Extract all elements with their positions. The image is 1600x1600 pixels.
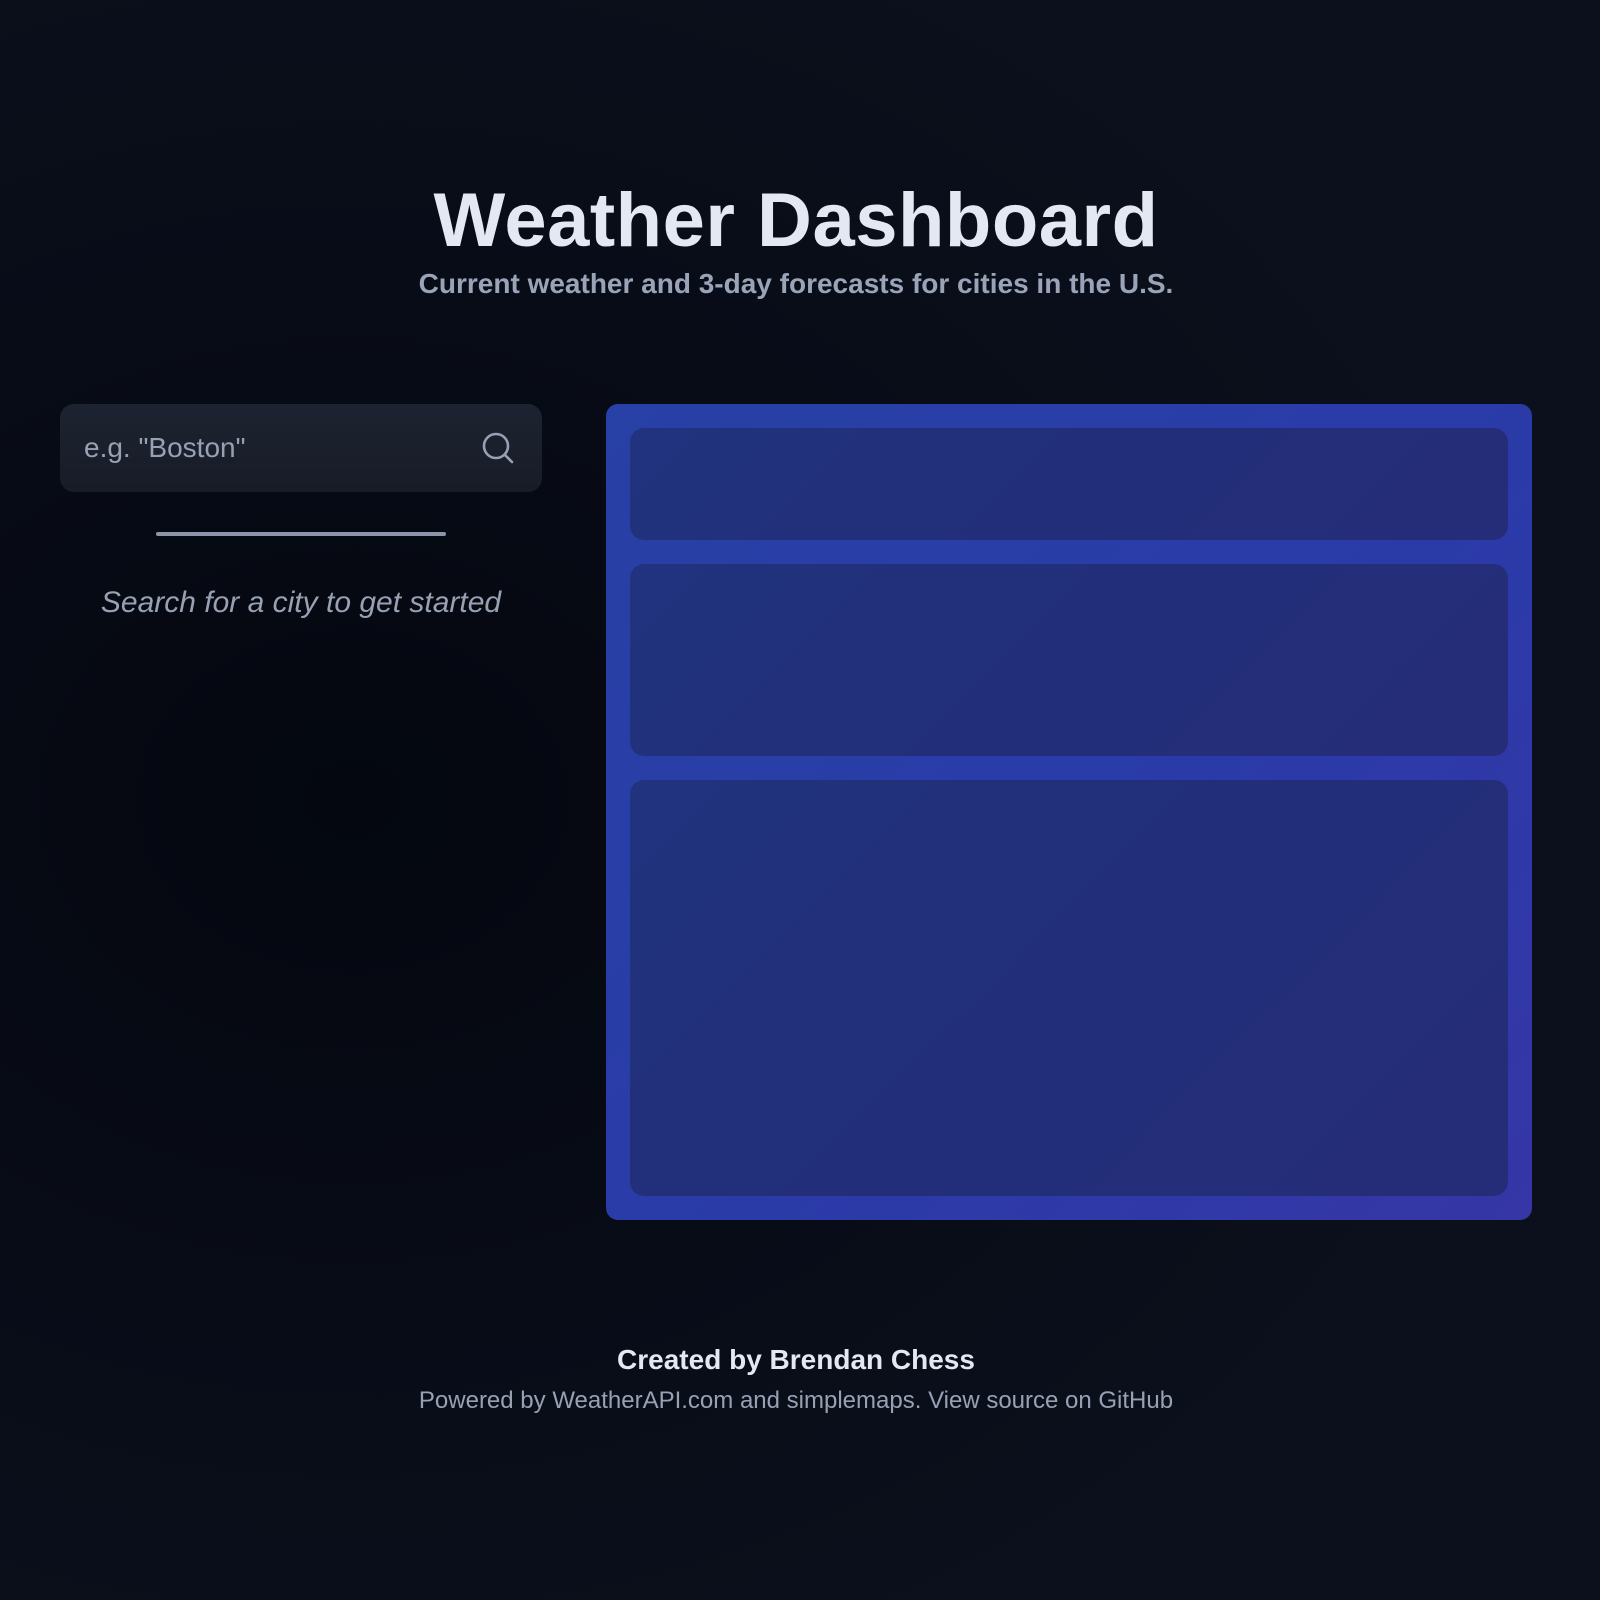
separator-label: . <box>914 1387 929 1414</box>
divider <box>156 532 446 536</box>
page-header: Weather Dashboard Current weather and 3-… <box>0 178 1592 304</box>
simplemaps-link[interactable]: simplemaps <box>787 1387 915 1414</box>
empty-state-message: Search for a city to get started <box>100 586 502 619</box>
weather-display-card <box>606 404 1532 1220</box>
weatherapi-link[interactable]: WeatherAPI.com <box>552 1387 733 1414</box>
page-subtitle: Current weather and 3-day forecasts for … <box>418 268 1174 299</box>
page-title: Weather Dashboard <box>433 178 1159 263</box>
powered-by-label: Powered by <box>418 1387 553 1414</box>
search-input[interactable] <box>84 432 478 464</box>
search-panel: Search for a city to get started <box>60 404 542 620</box>
weather-details-placeholder <box>630 564 1508 756</box>
footer: Created by Brendan Chess Powered by Weat… <box>0 1340 1592 1418</box>
footer-credit: Created by Brendan Chess <box>617 1344 975 1375</box>
search-button[interactable] <box>478 428 518 468</box>
footer-powered-by: Powered by WeatherAPI.com and simplemaps… <box>0 1384 1592 1418</box>
and-label: and <box>733 1387 787 1414</box>
search-box <box>60 404 542 492</box>
current-weather-placeholder <box>630 428 1508 540</box>
forecast-placeholder <box>630 780 1508 1196</box>
github-link[interactable]: View source on GitHub <box>928 1387 1173 1414</box>
search-icon <box>482 432 514 464</box>
